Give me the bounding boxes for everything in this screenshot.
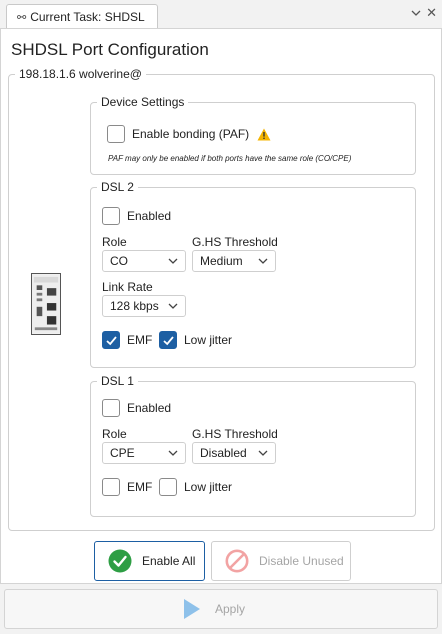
chevron-down-icon [258, 258, 268, 264]
dsl1-emf-row[interactable]: EMF [102, 478, 152, 496]
bonding-label: Enable bonding (PAF) [132, 127, 250, 141]
dsl2-emf-row[interactable]: EMF [102, 331, 152, 349]
dsl2-low-jitter-label: Low jitter [184, 333, 233, 347]
page-title: SHDSL Port Configuration [11, 40, 209, 59]
bonding-checkbox[interactable] [107, 125, 125, 143]
chevron-down-icon[interactable] [411, 8, 421, 18]
apply-button[interactable]: Apply [4, 589, 438, 629]
apply-label: Apply [214, 602, 246, 616]
dsl1-role-label: Role [102, 427, 127, 441]
dsl1-emf-checkbox[interactable] [102, 478, 120, 496]
dsl2-link-rate-select[interactable]: 128 kbps [102, 295, 186, 317]
dsl1-legend: DSL 1 [101, 374, 134, 388]
enable-all-button[interactable]: Enable All [94, 541, 205, 581]
tab-title: Current Task: SHDSL [30, 10, 145, 24]
dsl1-ghs-label: G.HS Threshold [192, 427, 278, 441]
main-panel: SHDSL Port Configuration 198.18.1.6 wolv… [0, 28, 442, 584]
dsl1-enabled-row[interactable]: Enabled [102, 399, 171, 417]
dsl1-enabled-checkbox[interactable] [102, 399, 120, 417]
link-icon: ⚯ [17, 11, 26, 24]
dsl1-enabled-label: Enabled [127, 401, 172, 415]
warning-icon [257, 128, 271, 140]
chevron-down-icon [168, 303, 178, 309]
dsl1-emf-label: EMF [127, 480, 153, 494]
dsl2-enabled-label: Enabled [127, 209, 172, 223]
dsl1-ghs-select[interactable]: Disabled [192, 442, 276, 464]
tab-current-task[interactable]: ⚯ Current Task: SHDSL [6, 4, 158, 29]
block-icon [225, 549, 249, 573]
paf-note: PAF may only be enabled if both ports ha… [108, 154, 352, 163]
dsl2-emf-label: EMF [127, 333, 153, 347]
dsl2-low-jitter-row[interactable]: Low jitter [159, 331, 232, 349]
chevron-down-icon [168, 258, 178, 264]
device-label: 198.18.1.6 wolverine@ [19, 67, 142, 81]
chevron-down-icon [168, 450, 178, 456]
close-icon[interactable]: ✕ [426, 6, 437, 19]
dsl2-ghs-label: G.HS Threshold [192, 235, 278, 249]
dsl2-role-label: Role [102, 235, 127, 249]
dsl1-low-jitter-checkbox[interactable] [159, 478, 177, 496]
tab-strip: ⚯ Current Task: SHDSL ✕ [0, 0, 442, 29]
dsl2-enabled-checkbox[interactable] [102, 207, 120, 225]
disable-unused-label: Disable Unused [259, 554, 344, 568]
bonding-checkbox-row[interactable]: Enable bonding (PAF) [107, 125, 271, 143]
dsl2-role-value: CO [110, 254, 128, 268]
dsl2-link-rate-value: 128 kbps [110, 299, 159, 313]
dsl1-ghs-value: Disabled [200, 446, 247, 460]
checkmark-icon [162, 335, 174, 345]
dsl2-enabled-row[interactable]: Enabled [102, 207, 171, 225]
disable-unused-button[interactable]: Disable Unused [211, 541, 351, 581]
play-icon [183, 599, 200, 619]
dsl2-low-jitter-checkbox[interactable] [159, 331, 177, 349]
dsl2-link-rate-label: Link Rate [102, 280, 153, 294]
dsl1-role-select[interactable]: CPE [102, 442, 186, 464]
dsl2-ghs-select[interactable]: Medium [192, 250, 276, 272]
enable-all-label: Enable All [142, 554, 196, 568]
dsl1-role-value: CPE [110, 446, 135, 460]
check-circle-icon [108, 549, 132, 573]
device-settings-legend: Device Settings [101, 95, 185, 109]
checkmark-icon [105, 335, 117, 345]
dsl2-role-select[interactable]: CO [102, 250, 186, 272]
dsl1-low-jitter-label: Low jitter [184, 480, 233, 494]
chevron-down-icon [258, 450, 268, 456]
dsl2-legend: DSL 2 [101, 180, 134, 194]
dsl2-emf-checkbox[interactable] [102, 331, 120, 349]
dsl2-ghs-value: Medium [200, 254, 243, 268]
device-image [31, 273, 61, 335]
dsl1-low-jitter-row[interactable]: Low jitter [159, 478, 232, 496]
